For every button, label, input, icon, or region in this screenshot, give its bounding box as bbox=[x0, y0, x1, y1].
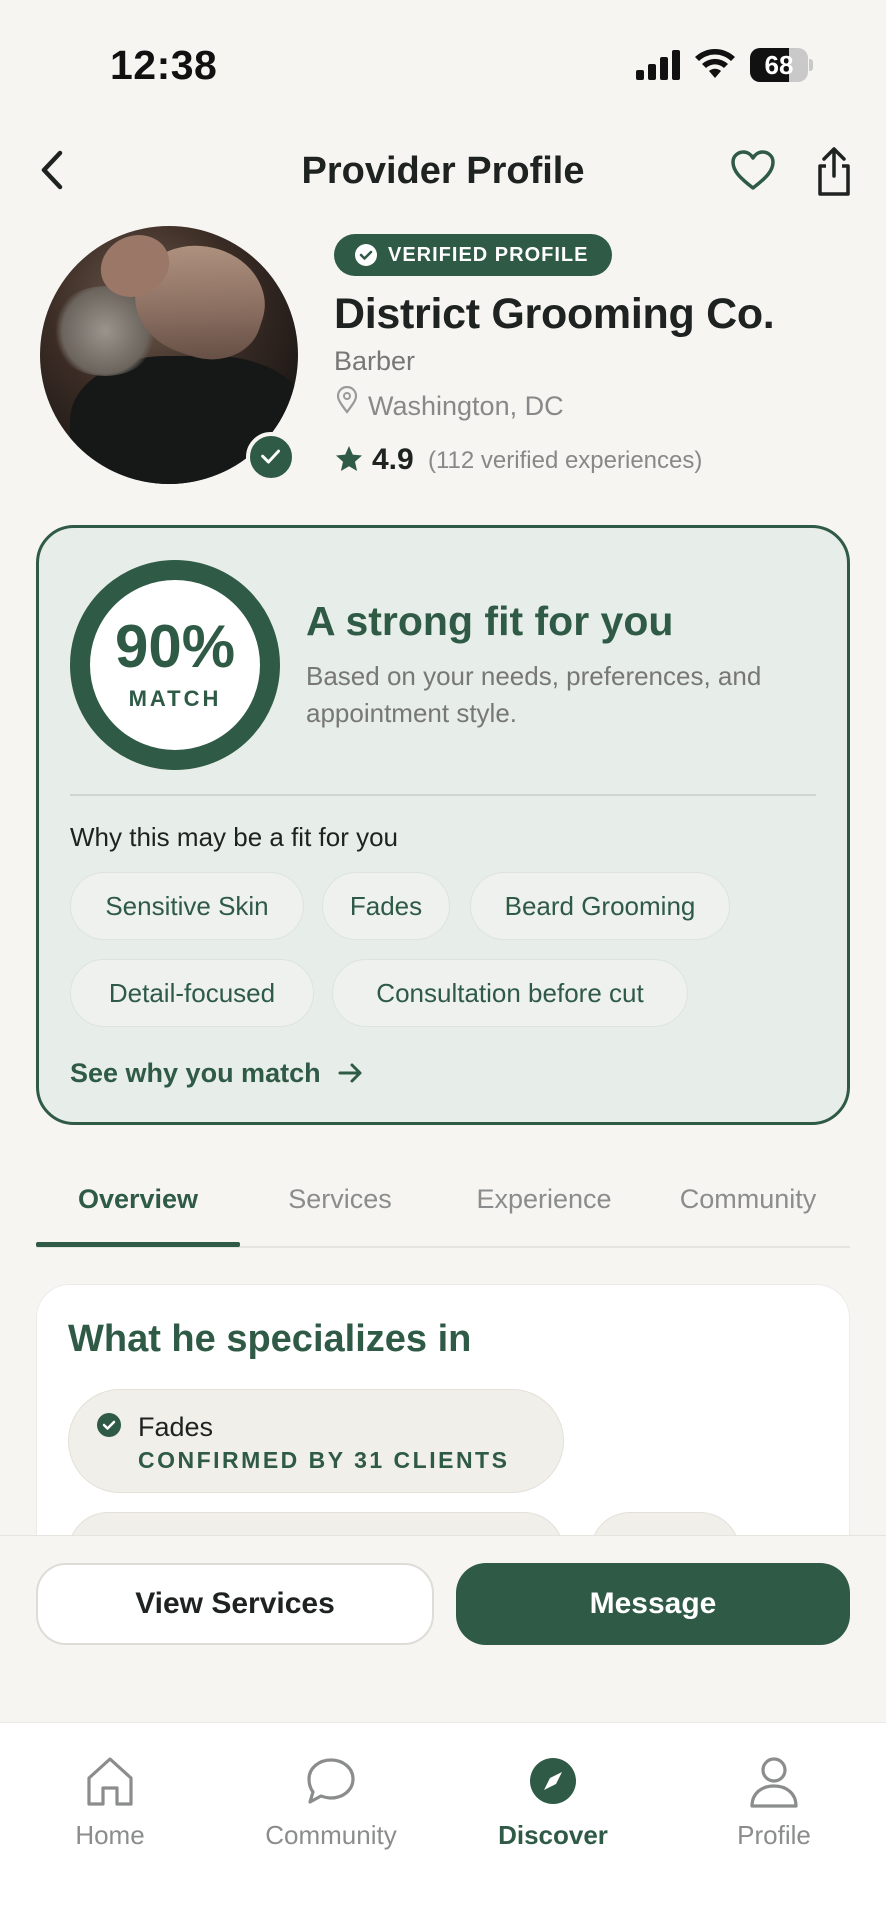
person-icon bbox=[750, 1757, 798, 1808]
arrow-right-icon[interactable] bbox=[336, 1058, 366, 1088]
signal-icon bbox=[636, 50, 680, 80]
compass-icon bbox=[530, 1758, 576, 1804]
share-icon[interactable] bbox=[812, 146, 856, 198]
heart-icon[interactable] bbox=[730, 148, 776, 194]
wifi-icon bbox=[695, 49, 735, 78]
specialty-name: Fades bbox=[138, 1412, 214, 1442]
nav-label: Discover bbox=[498, 1820, 608, 1850]
provider-location: Washington, DC bbox=[368, 391, 564, 421]
match-percent: 90% bbox=[114, 613, 236, 680]
match-label: MATCH bbox=[128, 686, 222, 711]
star-icon bbox=[336, 446, 362, 471]
verified-check-icon bbox=[246, 432, 296, 482]
message-button[interactable]: Message bbox=[456, 1563, 850, 1645]
view-services-button[interactable]: View Services bbox=[36, 1563, 434, 1645]
provider-type: Barber bbox=[334, 346, 416, 376]
fit-chip[interactable]: Fades bbox=[322, 872, 450, 940]
tab-indicator bbox=[36, 1242, 240, 1247]
fit-chip[interactable]: Consultation before cut bbox=[332, 959, 688, 1027]
provider-name: District Grooming Co. bbox=[334, 290, 775, 338]
nav-profile[interactable]: Profile bbox=[684, 1752, 864, 1872]
nav-community[interactable]: Community bbox=[241, 1752, 421, 1872]
verified-badge: VERIFIED PROFILE bbox=[334, 234, 613, 276]
verified-label: VERIFIED PROFILE bbox=[388, 243, 589, 266]
home-icon bbox=[87, 1757, 133, 1806]
nav-home[interactable]: Home bbox=[20, 1752, 200, 1872]
nav-label: Profile bbox=[737, 1820, 811, 1850]
location-pin-icon bbox=[336, 386, 358, 414]
check-icon bbox=[355, 244, 377, 266]
fit-chip[interactable]: Sensitive Skin bbox=[70, 872, 304, 940]
tab-experience[interactable]: Experience bbox=[444, 1184, 644, 1215]
specializes-title: What he specializes in bbox=[68, 1318, 472, 1360]
tab-community[interactable]: Community bbox=[648, 1184, 848, 1215]
see-why-link[interactable]: See why you match bbox=[70, 1058, 321, 1089]
tab-services[interactable]: Services bbox=[240, 1184, 440, 1215]
specialty-confirmation: CONFIRMED BY 31 CLIENTS bbox=[138, 1447, 510, 1473]
fit-chip[interactable]: Beard Grooming bbox=[470, 872, 730, 940]
check-icon bbox=[97, 1413, 121, 1437]
rating-count: (112 verified experiences) bbox=[428, 447, 703, 474]
nav-discover[interactable]: Discover bbox=[463, 1752, 643, 1872]
battery-percent: 68 bbox=[764, 50, 794, 80]
tab-overview[interactable]: Overview bbox=[36, 1184, 240, 1215]
match-description: Based on your needs, preferences, and ap… bbox=[306, 661, 762, 728]
fit-chip[interactable]: Detail-focused bbox=[70, 959, 314, 1027]
fit-heading: Why this may be a fit for you bbox=[70, 822, 399, 852]
divider bbox=[70, 794, 816, 796]
nav-label: Community bbox=[265, 1820, 397, 1850]
chat-icon bbox=[307, 1758, 355, 1804]
battery-indicator: 68 bbox=[750, 48, 813, 82]
rating-value: 4.9 bbox=[372, 443, 414, 476]
nav-label: Home bbox=[75, 1820, 145, 1850]
status-time: 12:38 bbox=[110, 42, 218, 88]
match-headline: A strong fit for you bbox=[306, 598, 674, 644]
